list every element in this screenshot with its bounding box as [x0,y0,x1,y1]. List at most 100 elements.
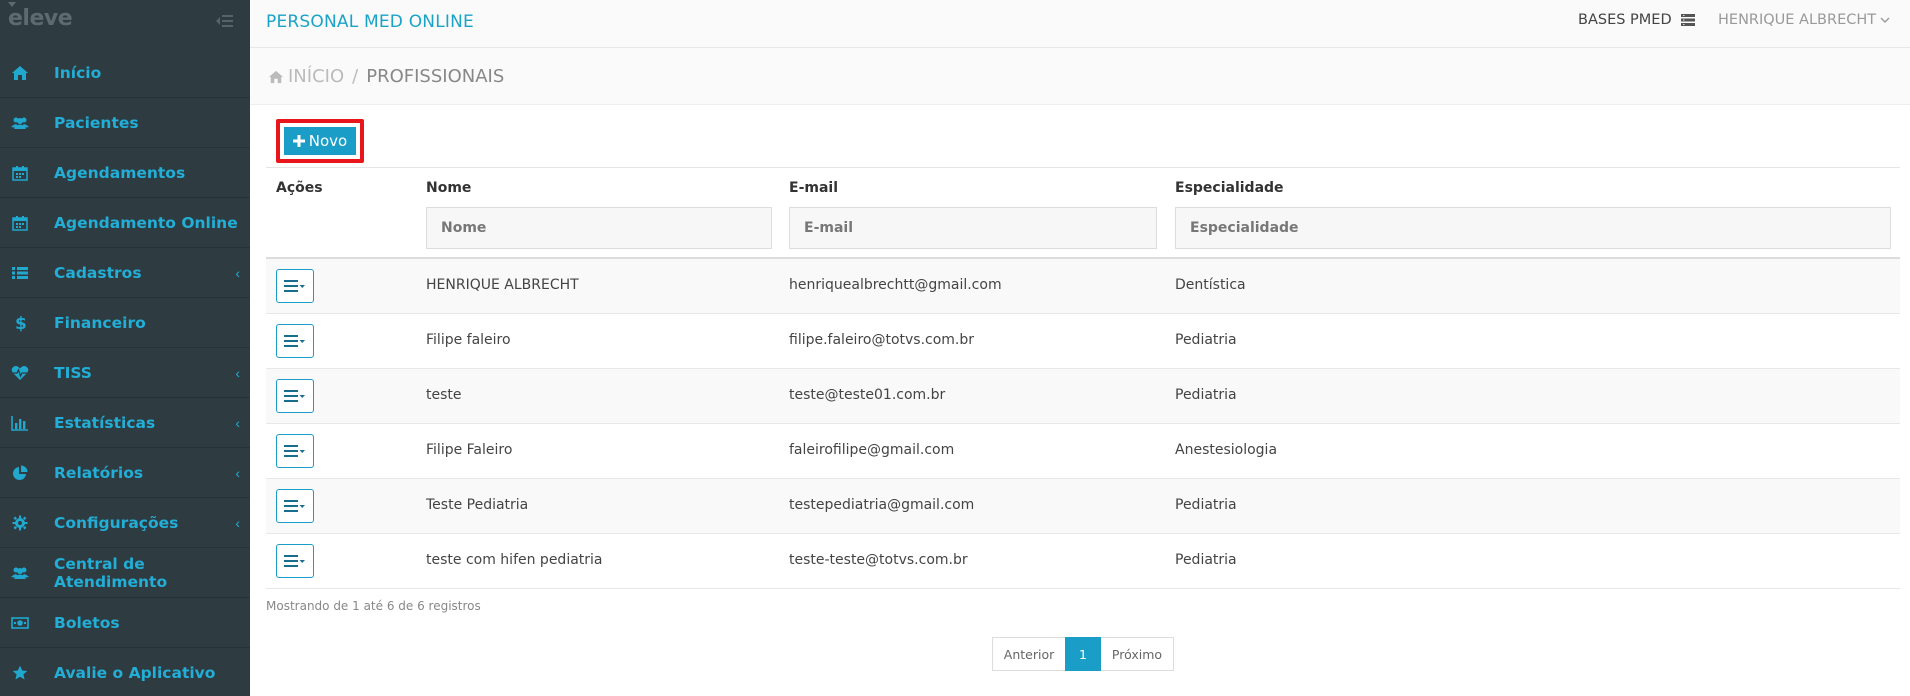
email-filter-input[interactable] [804,220,1156,236]
sidebar-item-label: Agendamento Online [54,213,238,232]
pagination: Anterior 1 Próximo [992,637,1174,671]
sidebar-item-label: Central de Atendimento [54,554,168,591]
menu-dropdown-icon [284,335,305,347]
new-button-label: Novo [308,132,348,150]
menu-dropdown-icon [284,500,305,512]
sidebar-item-configuracoes[interactable]: Configurações ‹ [0,498,250,548]
email-filter [789,207,1157,249]
nome-filter-input[interactable] [441,220,771,236]
column-header-especialidade[interactable]: Especialidade [1175,180,1284,196]
sidebar-item-estatisticas[interactable]: Estatísticas ‹ [0,398,250,448]
collapse-sidebar-icon[interactable] [216,13,234,29]
sidebar-brand: eleve [0,0,250,48]
row-actions-button[interactable] [276,379,314,413]
app-logo: eleve [8,2,73,31]
chevron-left-icon: ‹ [235,514,240,531]
especialidade-filter-input[interactable] [1190,220,1890,236]
cell-email: filipe.faleiro@totvs.com.br [789,332,975,348]
table-row: Teste Pediatria testepediatria@gmail.com… [266,479,1900,534]
cell-nome: Filipe faleiro [426,332,511,348]
calendar-icon [10,214,30,232]
cell-nome: HENRIQUE ALBRECHT [426,277,579,293]
bases-selector[interactable]: BASES PMED [1578,12,1696,28]
row-actions-button[interactable] [276,489,314,523]
sidebar-item-label: Estatísticas [54,413,156,432]
sidebar-item-label: Pacientes [54,113,139,132]
sidebar-item-boletos[interactable]: Boletos [0,598,250,648]
cell-nome: teste [426,387,462,403]
menu-dropdown-icon [284,445,305,457]
pagination-previous[interactable]: Anterior [992,637,1065,671]
breadcrumb-home[interactable]: INÍCIO [268,66,344,87]
svg-text:$: $ [15,314,26,332]
logo-mark-icon [8,2,16,7]
cell-especialidade: Anestesiologia [1175,442,1278,458]
cell-nome: Filipe Faleiro [426,442,513,458]
sidebar-item-label: Cadastros [54,263,142,282]
row-actions-button[interactable] [276,324,314,358]
cell-especialidade: Pediatria [1175,387,1237,403]
cell-email: teste-teste@totvs.com.br [789,552,968,568]
breadcrumb-separator: / [352,66,359,87]
new-button[interactable]: Novo [284,127,356,155]
sidebar-item-inicio[interactable]: Início [0,48,250,98]
bases-label: BASES PMED [1578,12,1672,28]
app-title: PERSONAL MED ONLINE [266,12,474,32]
sidebar-item-financeiro[interactable]: $ Financeiro [0,298,250,348]
breadcrumb-bar: INÍCIO / PROFISSIONAIS [250,48,1910,105]
column-header-nome[interactable]: Nome [426,180,471,196]
sidebar-item-relatorios[interactable]: Relatórios ‹ [0,448,250,498]
sidebar-item-avalie-o-aplicativo[interactable]: Avalie o Aplicativo [0,648,250,696]
sidebar-item-agendamentos[interactable]: Agendamentos [0,148,250,198]
chevron-left-icon: ‹ [235,414,240,431]
chevron-left-icon: ‹ [235,364,240,381]
cell-nome: Teste Pediatria [426,497,529,513]
sidebar-menu: Início Pacientes Agendamentos Agendament… [0,48,250,696]
row-actions-button[interactable] [276,269,314,303]
sidebar-item-label: Financeiro [54,313,146,332]
row-actions-button[interactable] [276,434,314,468]
column-header-email[interactable]: E-mail [789,180,838,196]
table-row: teste teste@teste01.com.br Pediatria [266,369,1900,424]
menu-dropdown-icon [284,390,305,402]
users-icon [10,564,30,582]
cell-nome: teste com hifen pediatria [426,552,603,568]
cell-especialidade: Pediatria [1175,332,1237,348]
menu-dropdown-icon [284,555,305,567]
users-icon [10,114,30,132]
sidebar-item-cadastros[interactable]: Cadastros ‹ [0,248,250,298]
sidebar-item-pacientes[interactable]: Pacientes [0,98,250,148]
professionals-table: Ações Nome E-mail Especialidade HENRIQUE… [266,167,1900,589]
database-icon [1680,14,1695,26]
chevron-left-icon: ‹ [235,264,240,281]
nome-filter [426,207,772,249]
sidebar-item-label: Agendamentos [54,163,186,182]
sidebar-item-label: TISS [54,363,92,382]
sidebar-item-label: Avalie o Aplicativo [54,663,216,682]
sidebar: eleve Início Pacientes Agendamentos Agen… [0,0,250,696]
chevron-down-icon [1880,17,1890,23]
sidebar-item-central-de-atendimento[interactable]: Central de Atendimento [0,548,250,598]
row-actions-button[interactable] [276,544,314,578]
pagination-next[interactable]: Próximo [1101,637,1174,671]
home-icon [269,70,283,83]
cell-especialidade: Dentística [1175,277,1246,293]
dollar-icon: $ [10,314,30,332]
user-name: HENRIQUE ALBRECHT [1718,12,1877,28]
pagination-page-1[interactable]: 1 [1065,637,1101,671]
chevron-left-icon: ‹ [235,464,240,481]
sidebar-item-label: Boletos [54,613,120,632]
top-header: PERSONAL MED ONLINE BASES PMED HENRIQUE … [250,0,1910,48]
sidebar-item-label: Início [54,63,102,82]
cell-especialidade: Pediatria [1175,552,1237,568]
sidebar-item-label: Relatórios [54,463,144,482]
sidebar-item-agendamento-online[interactable]: Agendamento Online [0,198,250,248]
star-icon [10,664,30,682]
user-menu[interactable]: HENRIQUE ALBRECHT [1718,12,1890,28]
sidebar-item-tiss[interactable]: TISS ‹ [0,348,250,398]
cell-especialidade: Pediatria [1175,497,1237,513]
cell-email: faleirofilipe@gmail.com [789,442,955,458]
pie-chart-icon [10,464,30,482]
cell-email: teste@teste01.com.br [789,387,946,403]
table-row: Filipe faleiro filipe.faleiro@totvs.com.… [266,314,1900,369]
